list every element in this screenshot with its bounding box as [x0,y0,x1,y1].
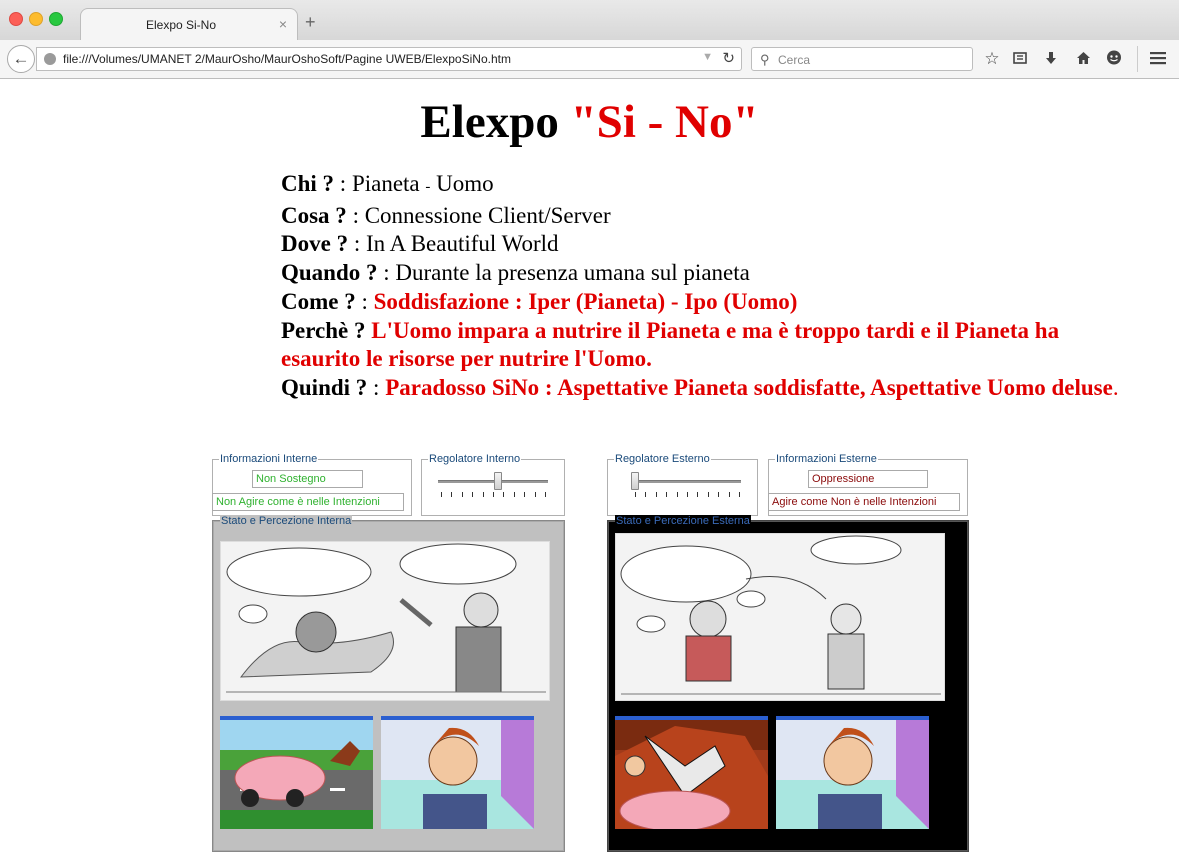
tab-close-icon[interactable]: × [279,16,287,32]
new-tab-button[interactable]: + [305,13,316,31]
slider-tick [687,492,688,497]
external-info-field-1[interactable]: Oppressione [808,470,928,488]
slider-tick [666,492,668,497]
page-title: Elexpo "Si - No" [0,94,1179,150]
qa-perche: Perchè ? L'Uomo impara a nutrire il Pian… [281,317,1060,372]
qa-come: Come ? : Soddisfazione : Iper (Pianeta) … [281,288,798,314]
internal-info-field-2[interactable]: Non Agire come è nelle Intenzioni [212,493,404,511]
search-icon: ⚲ [760,52,770,67]
external-video-right [776,716,929,829]
external-info-legend: Informazioni Esterne [776,453,877,465]
internal-video-right [381,716,534,829]
url-text: file:///Volumes/UMANET 2/MaurOsho/MaurOs… [63,52,511,66]
slider-tick [503,492,505,497]
chat-icon[interactable] [1103,50,1125,70]
qa-cosa: Cosa ? : Connessione Client/Server [281,202,611,228]
external-video-left [615,716,768,829]
minimize-window-button[interactable] [29,12,43,26]
menu-icon[interactable] [1147,50,1169,70]
internal-state-legend: Stato e Percezione Interna [220,515,353,527]
internal-regulator-group: Regolatore Interno [421,453,565,516]
qa-quando: Quando ? : Durante la presenza umana sul… [281,260,750,286]
toolbar-separator [1137,46,1138,72]
external-regulator-group: Regolatore Esterno [607,453,758,516]
search-placeholder: Cerca [778,53,811,67]
slider-tick [676,492,678,497]
browser-tab[interactable]: Elexpo Si-No × [80,8,298,41]
slider-tick [472,492,474,497]
slider-tick [482,492,484,497]
internal-regulator-slider[interactable] [494,472,503,490]
slider-tick [728,492,730,497]
title-main: Elexpo [420,96,559,148]
slider-tick [739,492,740,497]
title-bar: Elexpo Si-No × + [0,0,1179,41]
qa-quindi: Quindi ? : Paradosso SiNo : Aspettative … [281,374,1119,400]
slider-tick [524,492,526,497]
slider-tick [707,492,709,497]
internal-regulator-legend: Regolatore Interno [429,453,521,465]
external-regulator-legend: Regolatore Esterno [615,453,710,465]
slider-tick [545,492,546,497]
slider-tick [461,492,463,497]
slider-tick [451,492,453,497]
slider-tick [635,492,636,497]
slider-tick [645,492,647,497]
qa-chi: Chi ? : Pianeta - Uomo [281,171,494,196]
external-info-field-2[interactable]: Agire come Non è nelle Intenzioni [768,493,960,511]
internal-regulator-track[interactable] [438,480,548,483]
qa-dove: Dove ? : In A Beautiful World [281,231,559,257]
external-regulator-ticks [635,492,740,497]
qa-block: Chi ? : Pianeta - Uomo Cosa ? : Connessi… [281,170,1171,403]
download-icon[interactable] [1040,50,1062,70]
external-comic-image [615,533,945,701]
internal-info-field-1[interactable]: Non Sostegno [252,470,363,488]
navigation-bar: ← file:///Volumes/UMANET 2/MaurOsho/Maur… [0,40,1179,79]
reading-list-icon[interactable] [1009,50,1031,70]
external-regulator-track[interactable] [631,480,741,483]
internal-info-legend: Informazioni Interne [220,453,318,465]
zoom-window-button[interactable] [49,12,63,26]
slider-tick [513,492,515,497]
internal-video-left [220,716,373,829]
internal-regulator-ticks [441,492,546,497]
url-bar[interactable]: file:///Volumes/UMANET 2/MaurOsho/MaurOs… [36,47,742,71]
slider-tick [493,492,494,497]
external-state-legend: Stato e Percezione Esterna [615,515,751,527]
dropdown-icon[interactable]: ▼ [702,51,713,63]
star-icon[interactable]: ☆ [981,49,1003,69]
close-window-button[interactable] [9,12,23,26]
search-bar[interactable]: ⚲ Cerca [751,47,973,71]
slider-tick [534,492,536,497]
globe-icon [44,53,56,65]
back-arrow-icon[interactable]: ← [7,45,35,73]
tab-title: Elexpo Si-No [145,18,217,32]
slider-tick [718,492,720,497]
external-regulator-slider[interactable] [631,472,639,490]
title-accent: "Si - No" [570,96,759,148]
slider-tick [441,492,442,497]
reload-icon[interactable]: ↻ [722,49,735,67]
home-icon[interactable] [1072,50,1094,70]
slider-tick [697,492,699,497]
internal-comic-image [220,541,550,701]
slider-tick [655,492,657,497]
